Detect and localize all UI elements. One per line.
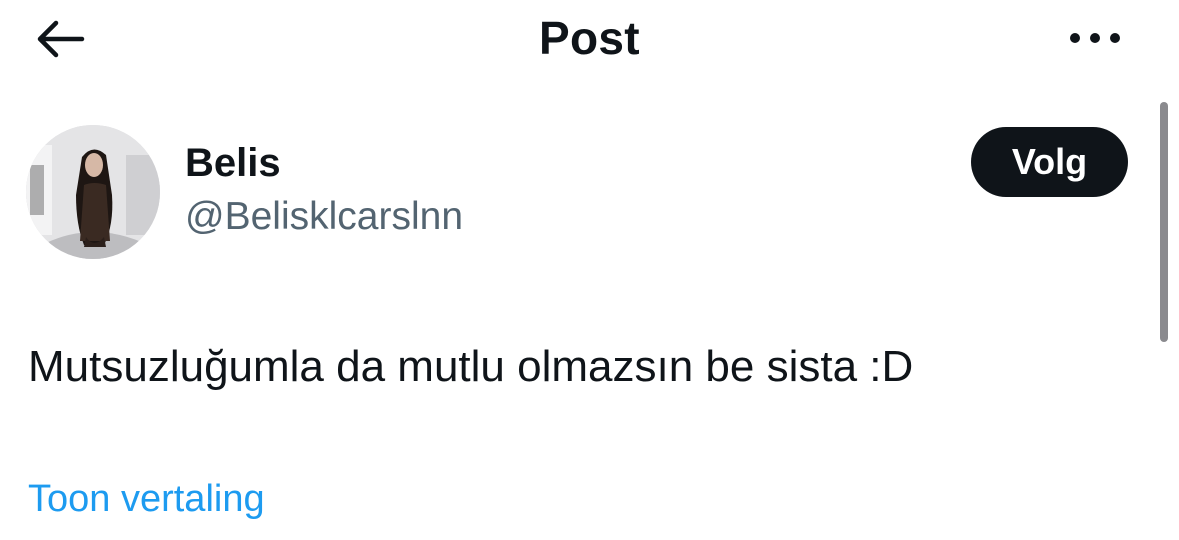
scrollbar[interactable] xyxy=(1160,102,1168,342)
page-title: Post xyxy=(539,12,640,64)
translate-link[interactable]: Toon vertaling xyxy=(28,476,265,522)
top-bar: Post xyxy=(0,0,1179,80)
author-display-name[interactable]: Belis xyxy=(185,140,281,186)
tweet-text: Mutsuzluğumla da mutlu olmazsın be sista… xyxy=(28,342,914,391)
more-options-button[interactable] xyxy=(1060,18,1130,58)
author-handle[interactable]: @Belisklcarslnn xyxy=(185,194,463,240)
post-detail-screen: Post Belis @Belisklcarslnn Volg Mutsuzlu… xyxy=(0,0,1179,540)
follow-button[interactable]: Volg xyxy=(971,127,1128,197)
more-horizontal-icon xyxy=(1070,33,1120,43)
avatar[interactable] xyxy=(26,125,160,259)
profile-photo xyxy=(26,125,160,259)
